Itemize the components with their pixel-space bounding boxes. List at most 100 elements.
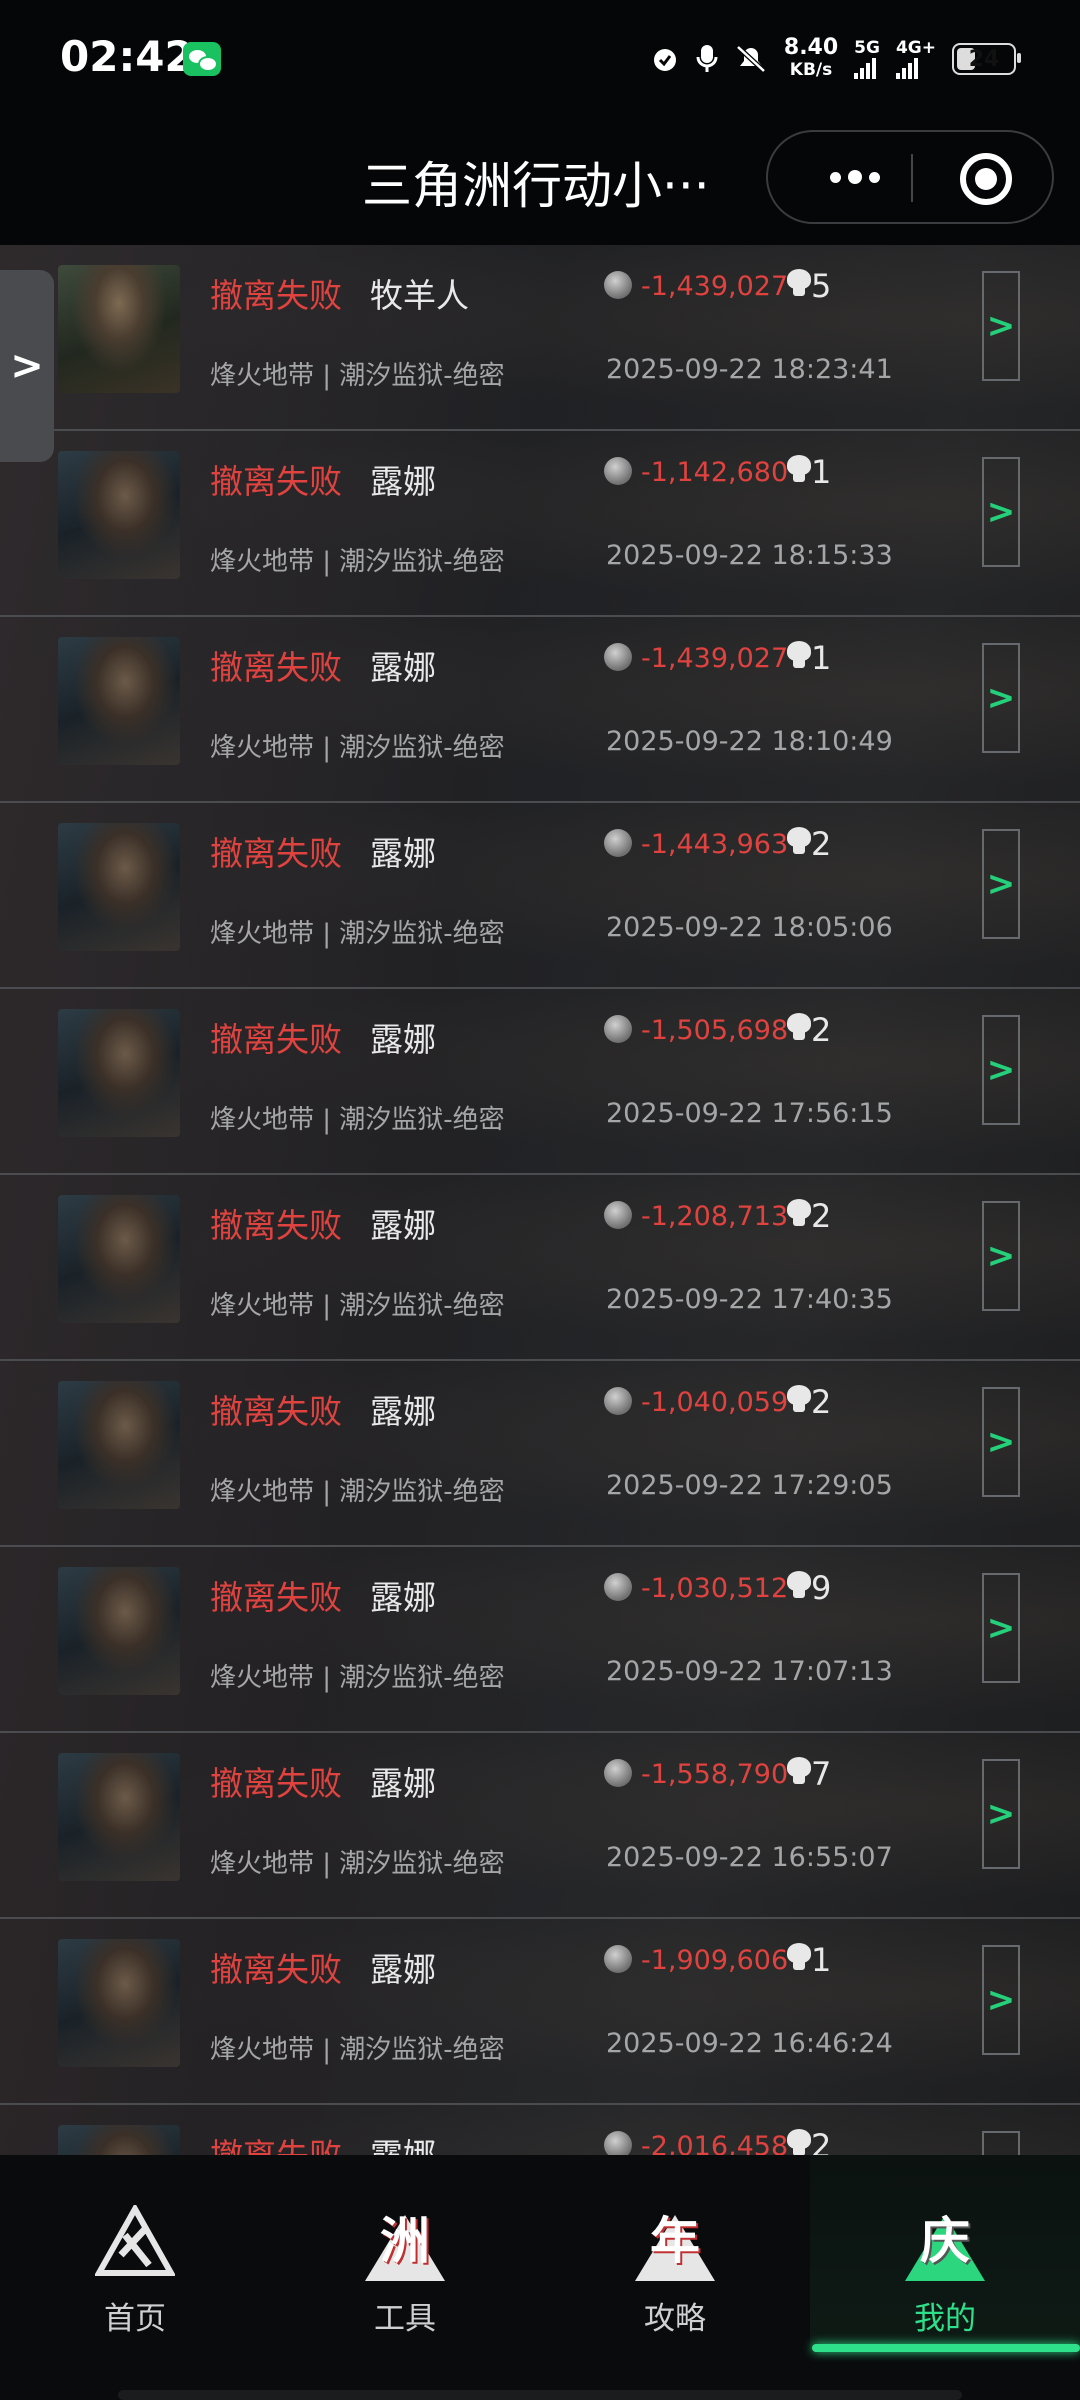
- asset-change: -1,505,698: [641, 1015, 789, 1046]
- match-record-row[interactable]: 撤离失败 露娜 -1,505,698 2 烽火地带 | 潮汐监狱-绝密 2025-09-2…: [0, 989, 1080, 1175]
- extraction-status: 撤离失败: [210, 834, 342, 873]
- clock: 02:42: [60, 32, 194, 81]
- operator-name: 露娜: [370, 1392, 436, 1431]
- detail-button[interactable]: >: [982, 1015, 1020, 1125]
- detail-button[interactable]: >: [982, 829, 1020, 939]
- side-drawer-toggle[interactable]: >: [0, 270, 54, 462]
- chevron-right-icon: >: [986, 1050, 1016, 1090]
- map-info: 烽火地带 | 潮汐监狱-绝密: [210, 1477, 505, 1507]
- asset-change: -1,030,512: [641, 1573, 789, 1604]
- detail-button[interactable]: >: [982, 1573, 1020, 1683]
- net-label-1: 5G: [854, 37, 880, 58]
- match-record-row[interactable]: 撤离失败 牧羊人 -1,439,027 5 烽火地带 | 潮汐监狱-绝密 2025-09-…: [0, 245, 1080, 431]
- nav-tools[interactable]: 洲 工具: [270, 2155, 540, 2350]
- chevron-right-icon: >: [986, 864, 1016, 904]
- chevron-right-icon: >: [986, 1794, 1016, 1834]
- match-record-list[interactable]: 撤离失败 牧羊人 -1,439,027 5 烽火地带 | 潮汐监狱-绝密 2025-09-…: [0, 245, 1080, 2155]
- detail-button[interactable]: >: [982, 1759, 1020, 1869]
- coin-icon: [604, 1759, 632, 1787]
- coin-icon: [604, 271, 632, 299]
- asset-change: -1,142,680: [641, 457, 789, 488]
- skull-icon: [786, 1385, 812, 1413]
- nav-guide[interactable]: 年 攻略: [540, 2155, 810, 2350]
- operator-name: 牧羊人: [370, 276, 469, 315]
- match-record-row[interactable]: 撤离失败 露娜 -1,443,963 2 烽火地带 | 潮汐监狱-绝密 2025-09-2…: [0, 803, 1080, 989]
- more-options-button[interactable]: [806, 132, 904, 222]
- extraction-status: 撤离失败: [210, 1206, 342, 1245]
- match-record-row[interactable]: 撤离失败 露娜 -1,030,512 9 烽火地带 | 潮汐监狱-绝密 2025-09-2…: [0, 1547, 1080, 1733]
- kill-count: 2: [811, 825, 832, 863]
- match-time: 2025-09-22 18:15:33: [606, 540, 893, 571]
- capsule-divider: [911, 154, 913, 202]
- nav-home[interactable]: 首页: [0, 2155, 270, 2350]
- speed-value: 8.40: [783, 35, 839, 60]
- detail-button[interactable]: >: [982, 1387, 1020, 1497]
- guide-icon-glyph: 年: [650, 2212, 700, 2270]
- skull-icon: [786, 1571, 812, 1599]
- detail-button[interactable]: [982, 2131, 1020, 2155]
- map-info: 烽火地带 | 潮汐监狱-绝密: [210, 547, 505, 577]
- extraction-status: 撤离失败: [210, 1020, 342, 1059]
- wechat-icon: [183, 42, 221, 76]
- kill-count: 2: [811, 1383, 832, 1421]
- match-record-row[interactable]: 撤离失败 露娜 -2,016,458 2: [0, 2105, 1080, 2155]
- operator-name: 露娜: [370, 1578, 436, 1617]
- match-time: 2025-09-22 18:05:06: [606, 912, 893, 943]
- match-record-row[interactable]: 撤离失败 露娜 -1,439,027 1 烽火地带 | 潮汐监狱-绝密 2025-09-2…: [0, 617, 1080, 803]
- skull-icon: [786, 827, 812, 855]
- asset-change: -2,016,458: [641, 2131, 789, 2155]
- chevron-right-icon: >: [986, 306, 1016, 346]
- operator-name: 露娜: [370, 462, 436, 501]
- battery-level: 24: [968, 46, 1000, 72]
- match-time: 2025-09-22 17:56:15: [606, 1098, 893, 1129]
- detail-button[interactable]: >: [982, 1945, 1020, 2055]
- detail-button[interactable]: >: [982, 643, 1020, 753]
- battery-icon: 24: [952, 43, 1021, 75]
- match-record-row[interactable]: 撤离失败 露娜 -1,558,790 7 烽火地带 | 潮汐监狱-绝密 2025-09-2…: [0, 1733, 1080, 1919]
- kill-count: 2: [811, 1197, 832, 1235]
- detail-button[interactable]: >: [982, 457, 1020, 567]
- operator-avatar: [58, 1381, 180, 1509]
- coin-icon: [604, 457, 632, 485]
- network-speed: 8.40 KB/s: [784, 37, 838, 81]
- match-time: 2025-09-22 16:55:07: [606, 1842, 893, 1873]
- mic-icon: [696, 45, 718, 72]
- chevron-right-icon: >: [986, 1422, 1016, 1462]
- gesture-bar: [118, 2390, 962, 2400]
- operator-name: 露娜: [370, 1950, 436, 1989]
- operator-avatar: [58, 637, 180, 765]
- match-record-row[interactable]: 撤离失败 露娜 -1,040,059 2 烽火地带 | 潮汐监狱-绝密 2025-09-2…: [0, 1361, 1080, 1547]
- kill-count: 1: [811, 453, 832, 491]
- miniprogram-capsule: [766, 130, 1054, 224]
- operator-avatar: [58, 2125, 180, 2155]
- kill-count: 1: [811, 639, 832, 677]
- match-record-row[interactable]: 撤离失败 露娜 -1,909,606 1 烽火地带 | 潮汐监狱-绝密 2025-09-2…: [0, 1919, 1080, 2105]
- map-info: 烽火地带 | 潮汐监狱-绝密: [210, 361, 505, 391]
- match-record-row[interactable]: 撤离失败 露娜 -1,208,713 2 烽火地带 | 潮汐监狱-绝密 2025-09-2…: [0, 1175, 1080, 1361]
- nav-profile[interactable]: 庆 我的: [810, 2155, 1080, 2352]
- extraction-status: 撤离失败: [210, 1950, 342, 1989]
- operator-avatar: [58, 1939, 180, 2067]
- operator-name: 露娜: [370, 648, 436, 687]
- match-time: 2025-09-22 17:40:35: [606, 1284, 893, 1315]
- skull-icon: [786, 1943, 812, 1971]
- alarm-icon: [653, 49, 676, 71]
- map-info: 烽火地带 | 潮汐监狱-绝密: [210, 1291, 505, 1321]
- status-icons: 8.40 KB/s 5G 4G+ 24: [650, 36, 1021, 82]
- kill-count: 2: [811, 2127, 832, 2155]
- profile-icon-glyph: 庆: [920, 2212, 970, 2270]
- chevron-right-icon: >: [10, 343, 44, 389]
- coin-icon: [604, 1201, 632, 1229]
- detail-button[interactable]: >: [982, 271, 1020, 381]
- match-record-row[interactable]: 撤离失败 露娜 -1,142,680 1 烽火地带 | 潮汐监狱-绝密 2025-09-2…: [0, 431, 1080, 617]
- chevron-right-icon: >: [986, 1608, 1016, 1648]
- extraction-status: 撤离失败: [210, 648, 342, 687]
- map-info: 烽火地带 | 潮汐监狱-绝密: [210, 1849, 505, 1879]
- operator-name: 露娜: [370, 834, 436, 873]
- close-miniprogram-button[interactable]: [960, 153, 1012, 205]
- operator-name: 露娜: [370, 1020, 436, 1059]
- detail-button[interactable]: >: [982, 1201, 1020, 1311]
- active-tab-indicator: [812, 2344, 1080, 2352]
- profile-icon: 庆: [895, 2195, 995, 2281]
- chevron-right-icon: >: [986, 1236, 1016, 1276]
